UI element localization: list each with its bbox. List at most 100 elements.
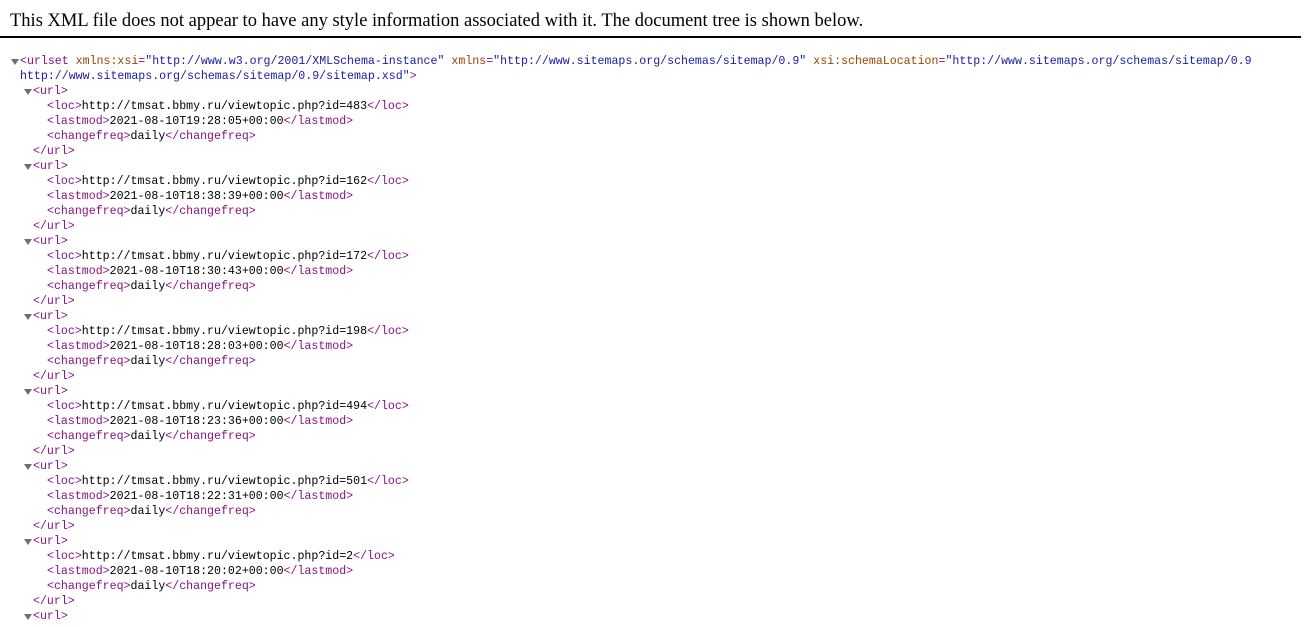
loc-open-tag: <loc> xyxy=(47,400,82,413)
urlset-open-tag: <urlset xyxy=(20,55,69,68)
url-close-line: </url> xyxy=(0,294,1311,309)
changefreq-open-tag: <changefreq> xyxy=(47,280,131,293)
lastmod-close-tag: </lastmod> xyxy=(283,265,354,278)
attr-name-schema-location: xsi:schemaLocation xyxy=(813,55,939,68)
changefreq-value: daily xyxy=(130,280,166,293)
url-entry: <url> <loc>http://tmsat.bbmy.ru/viewtopi… xyxy=(0,459,1311,534)
url-entry: <url> <loc>http://tmsat.bbmy.ru/viewtopi… xyxy=(0,309,1311,384)
url-open-tag: <url> xyxy=(33,160,68,173)
loc-close-tag: </loc> xyxy=(367,250,409,263)
loc-line: <loc>http://tmsat.bbmy.ru/viewtopic.php?… xyxy=(0,99,1311,114)
loc-open-tag: <loc> xyxy=(47,475,82,488)
changefreq-close-tag: </changefreq> xyxy=(165,280,256,293)
changefreq-open-tag: <changefreq> xyxy=(47,355,131,368)
loc-open-tag: <loc> xyxy=(47,550,82,563)
urlset-open-line: <urlset xmlns:xsi="http://www.w3.org/200… xyxy=(0,54,1311,69)
changefreq-close-tag: </changefreq> xyxy=(165,505,256,518)
lastmod-open-tag: <lastmod> xyxy=(47,115,110,128)
lastmod-value: 2021-08-10T18:28:03+00:00 xyxy=(109,340,284,353)
loc-open-tag: <loc> xyxy=(47,250,82,263)
changefreq-value: daily xyxy=(130,505,166,518)
url-open-tag: <url> xyxy=(33,610,68,623)
url-close-tag: </url> xyxy=(33,445,75,458)
loc-line: <loc>http://tmsat.bbmy.ru/viewtopic.php?… xyxy=(0,249,1311,264)
urlset-open-line-continued: http://www.sitemaps.org/schemas/sitemap/… xyxy=(0,69,1311,84)
collapse-toggle-icon[interactable] xyxy=(23,309,33,324)
changefreq-line: <changefreq>daily</changefreq> xyxy=(0,504,1311,519)
changefreq-line: <changefreq>daily</changefreq> xyxy=(0,204,1311,219)
url-open-line: <url> xyxy=(0,534,1311,549)
loc-close-tag: </loc> xyxy=(367,100,409,113)
url-open-line: <url> xyxy=(0,384,1311,399)
url-close-tag: </url> xyxy=(33,520,75,533)
url-close-line: </url> xyxy=(0,444,1311,459)
url-entry: <url> <loc>http://tmsat.bbmy.ru/viewtopi… xyxy=(0,234,1311,309)
lastmod-value: 2021-08-10T18:22:31+00:00 xyxy=(109,490,284,503)
changefreq-open-tag: <changefreq> xyxy=(47,580,131,593)
loc-value: http://tmsat.bbmy.ru/viewtopic.php?id=16… xyxy=(81,175,368,188)
attr-value-xmlns-xsi: "http://www.w3.org/2001/XMLSchema-instan… xyxy=(145,55,445,68)
url-open-line: <url> xyxy=(0,459,1311,474)
lastmod-line: <lastmod>2021-08-10T19:28:05+00:00</last… xyxy=(0,114,1311,129)
url-open-line: <url> xyxy=(0,84,1311,99)
url-open-tag: <url> xyxy=(33,235,68,248)
xml-document-tree: <urlset xmlns:xsi="http://www.w3.org/200… xyxy=(0,54,1311,624)
loc-line: <loc>http://tmsat.bbmy.ru/viewtopic.php?… xyxy=(0,324,1311,339)
lastmod-line: <lastmod>2021-08-10T18:22:31+00:00</last… xyxy=(0,489,1311,504)
collapse-toggle-icon[interactable] xyxy=(23,609,33,624)
loc-close-tag: </loc> xyxy=(353,550,395,563)
lastmod-value: 2021-08-10T18:20:02+00:00 xyxy=(109,565,284,578)
changefreq-line: <changefreq>daily</changefreq> xyxy=(0,429,1311,444)
collapse-toggle-icon[interactable] xyxy=(23,84,33,99)
changefreq-line: <changefreq>daily</changefreq> xyxy=(0,354,1311,369)
collapse-toggle-icon[interactable] xyxy=(10,54,20,69)
loc-value: http://tmsat.bbmy.ru/viewtopic.php?id=50… xyxy=(81,475,368,488)
collapse-toggle-icon[interactable] xyxy=(23,234,33,249)
loc-value: http://tmsat.bbmy.ru/viewtopic.php?id=19… xyxy=(81,325,368,338)
loc-open-tag: <loc> xyxy=(47,325,82,338)
loc-line: <loc>http://tmsat.bbmy.ru/viewtopic.php?… xyxy=(0,549,1311,564)
loc-open-tag: <loc> xyxy=(47,175,82,188)
changefreq-close-tag: </changefreq> xyxy=(165,355,256,368)
url-close-tag: </url> xyxy=(33,220,75,233)
url-close-tag: </url> xyxy=(33,370,75,383)
lastmod-close-tag: </lastmod> xyxy=(283,490,354,503)
loc-line: <loc>http://tmsat.bbmy.ru/viewtopic.php?… xyxy=(0,474,1311,489)
url-open-tag: <url> xyxy=(33,85,68,98)
lastmod-open-tag: <lastmod> xyxy=(47,565,110,578)
url-open-line: <url> xyxy=(0,309,1311,324)
collapse-toggle-icon[interactable] xyxy=(23,159,33,174)
attr-name-xmlns: xmlns xyxy=(451,55,487,68)
loc-open-tag: <loc> xyxy=(47,100,82,113)
lastmod-value: 2021-08-10T19:28:05+00:00 xyxy=(109,115,284,128)
collapse-toggle-icon[interactable] xyxy=(23,459,33,474)
changefreq-line: <changefreq>daily</changefreq> xyxy=(0,279,1311,294)
lastmod-close-tag: </lastmod> xyxy=(283,415,354,428)
loc-close-tag: </loc> xyxy=(367,475,409,488)
lastmod-close-tag: </lastmod> xyxy=(283,565,354,578)
schema-location-continuation: http://www.sitemaps.org/schemas/sitemap/… xyxy=(20,70,410,83)
lastmod-open-tag: <lastmod> xyxy=(47,415,110,428)
changefreq-value: daily xyxy=(130,355,166,368)
lastmod-close-tag: </lastmod> xyxy=(283,190,354,203)
loc-value: http://tmsat.bbmy.ru/viewtopic.php?id=48… xyxy=(81,100,368,113)
url-close-line: </url> xyxy=(0,144,1311,159)
lastmod-open-tag: <lastmod> xyxy=(47,190,110,203)
url-open-tag: <url> xyxy=(33,535,68,548)
attr-name-xmlns-xsi: xmlns:xsi xyxy=(75,55,139,68)
lastmod-line: <lastmod>2021-08-10T18:28:03+00:00</last… xyxy=(0,339,1311,354)
collapse-toggle-icon[interactable] xyxy=(23,534,33,549)
url-close-line: </url> xyxy=(0,519,1311,534)
changefreq-close-tag: </changefreq> xyxy=(165,205,256,218)
lastmod-open-tag: <lastmod> xyxy=(47,490,110,503)
changefreq-value: daily xyxy=(130,580,166,593)
url-entry: <url> <loc>http://tmsat.bbmy.ru/viewtopi… xyxy=(0,159,1311,234)
url-entries: <url> <loc>http://tmsat.bbmy.ru/viewtopi… xyxy=(0,84,1311,609)
url-open-line: <url> xyxy=(0,234,1311,249)
urlset-open-tag-end: > xyxy=(409,70,417,83)
loc-close-tag: </loc> xyxy=(367,175,409,188)
loc-close-tag: </loc> xyxy=(367,400,409,413)
changefreq-close-tag: </changefreq> xyxy=(165,430,256,443)
collapse-toggle-icon[interactable] xyxy=(23,384,33,399)
lastmod-value: 2021-08-10T18:30:43+00:00 xyxy=(109,265,284,278)
